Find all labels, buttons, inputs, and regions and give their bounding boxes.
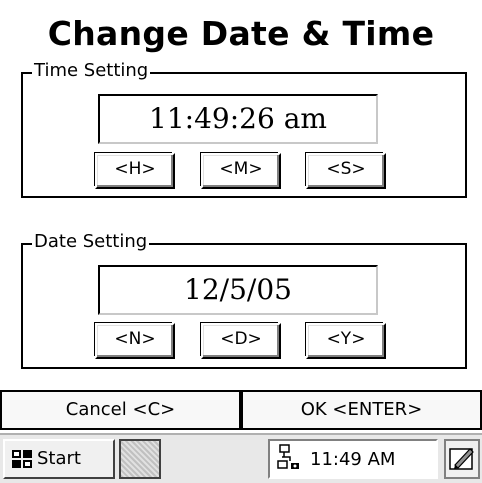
day-button-frame: <D> — [200, 322, 281, 359]
system-tray: 11:49 AM — [268, 439, 438, 479]
page-title: Change Date & Time — [47, 14, 435, 53]
date-setting-legend: Date Setting — [32, 231, 150, 252]
date-display[interactable]: 12/5/05 — [98, 265, 378, 315]
second-button[interactable]: <S> — [306, 153, 386, 189]
start-button[interactable]: Start — [3, 439, 115, 479]
month-button-frame: <N> — [94, 322, 175, 359]
tray-clock[interactable]: 11:49 AM — [310, 449, 395, 470]
year-button-frame: <Y> — [305, 322, 386, 359]
cancel-button[interactable]: Cancel <C> — [0, 390, 241, 430]
time-display[interactable]: 11:49:26 am — [98, 94, 378, 144]
minute-button[interactable]: <M> — [201, 153, 281, 189]
input-panel-toggle[interactable] — [119, 439, 161, 479]
network-connection-icon[interactable] — [276, 443, 304, 475]
ok-button[interactable]: OK <ENTER> — [241, 390, 482, 430]
year-button[interactable]: <Y> — [306, 323, 386, 359]
second-button-frame: <S> — [305, 152, 386, 189]
start-label: Start — [37, 448, 81, 469]
minute-button-frame: <M> — [200, 152, 281, 189]
day-button[interactable]: <D> — [201, 323, 281, 359]
month-button[interactable]: <N> — [95, 323, 175, 359]
windows-flag-icon — [11, 448, 35, 470]
pen-input-icon[interactable] — [444, 439, 480, 479]
hour-button[interactable]: <H> — [95, 153, 175, 189]
time-setting-legend: Time Setting — [32, 60, 151, 81]
hour-button-frame: <H> — [94, 152, 175, 189]
